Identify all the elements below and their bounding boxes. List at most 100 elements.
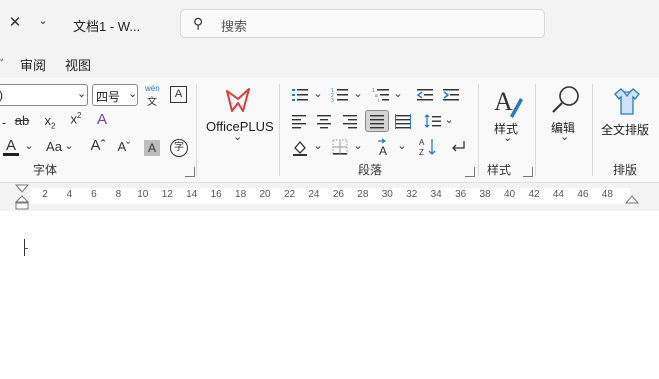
subscript-icon[interactable]: x2 bbox=[42, 114, 58, 131]
grow-font-icon[interactable]: Aˆ bbox=[90, 138, 106, 153]
ruler-tick-label: 24 bbox=[308, 189, 320, 200]
shading-icon[interactable] bbox=[291, 139, 309, 157]
svg-text:3: 3 bbox=[331, 98, 334, 103]
ruler-tick-label: 20 bbox=[259, 189, 271, 200]
chevron-down-icon: ⌄ bbox=[233, 131, 243, 143]
chevron-down-icon: ⌄ bbox=[560, 131, 570, 143]
font-color-icon[interactable]: A bbox=[4, 138, 18, 153]
svg-text:A: A bbox=[379, 144, 387, 157]
text-direction-icon[interactable]: A bbox=[375, 137, 395, 157]
officeplus-button[interactable]: OfficePLUS ⌄ bbox=[200, 82, 274, 146]
ruler-tick-label: 6 bbox=[91, 189, 97, 200]
pinyin-bottom: 文 bbox=[147, 97, 157, 108]
align-left-icon[interactable] bbox=[291, 113, 307, 129]
styles-icon: A bbox=[494, 87, 523, 118]
chevron-down-icon[interactable]: ⌄ bbox=[353, 89, 363, 100]
document-page[interactable] bbox=[0, 212, 659, 379]
chevron-down-icon[interactable]: ⌄ bbox=[353, 141, 363, 152]
sort-icon[interactable]: A Z bbox=[418, 137, 438, 157]
chevron-down-icon[interactable]: ⌄ bbox=[313, 89, 323, 100]
ruler-tick-label: 38 bbox=[479, 189, 491, 200]
full-text-layout-label: 全文排版 bbox=[601, 123, 650, 137]
tab-view[interactable]: 视图 bbox=[65, 55, 91, 74]
group-divider bbox=[535, 84, 536, 176]
chevron-down-icon: ⌄ bbox=[77, 88, 87, 100]
tab-review[interactable]: 审阅 bbox=[20, 55, 46, 74]
font-size-combo[interactable]: 四号 ⌄ bbox=[92, 84, 138, 106]
chevron-down-icon[interactable]: ⌄ bbox=[24, 141, 34, 152]
show-paragraph-marks-icon[interactable] bbox=[449, 139, 467, 155]
document-title: 文档1 - W... bbox=[73, 19, 141, 34]
shrink-font-icon[interactable]: Aˇ bbox=[116, 140, 132, 153]
styles-button[interactable]: A 样式 ⌄ bbox=[484, 84, 532, 150]
ruler-tick-label: 32 bbox=[406, 189, 418, 200]
distributed-align-icon[interactable] bbox=[395, 113, 411, 129]
chevron-down-icon[interactable]: ⌄ bbox=[393, 89, 403, 100]
ruler-tick-label: 14 bbox=[186, 189, 198, 200]
chevron-down-icon[interactable]: ⌄ bbox=[444, 115, 454, 126]
line-spacing-icon[interactable] bbox=[424, 113, 442, 129]
change-case-icon[interactable]: Aa bbox=[44, 140, 64, 153]
chevron-down-icon[interactable]: ⌄ bbox=[64, 141, 74, 152]
ruler-tick-label: 22 bbox=[283, 189, 296, 200]
underline-partial-icon[interactable]: - bbox=[0, 116, 8, 129]
ruler-tick-label: 44 bbox=[552, 189, 564, 200]
styles-group-label: 样式 bbox=[487, 163, 512, 177]
phonetic-guide-button[interactable]: wén 文 bbox=[144, 84, 162, 108]
font-color-bar bbox=[3, 153, 19, 156]
group-divider bbox=[592, 84, 593, 176]
pinyin-top: wén bbox=[145, 84, 160, 93]
justify-icon bbox=[370, 115, 384, 129]
quick-access-dropdown-icon[interactable]: ⌄ bbox=[36, 16, 50, 27]
decrease-indent-icon[interactable] bbox=[416, 87, 434, 103]
menu-partial-indicator: ﾞ bbox=[0, 58, 7, 73]
group-divider bbox=[196, 84, 197, 176]
right-indent-marker-icon[interactable] bbox=[624, 195, 640, 205]
chevron-down-icon[interactable]: ⌄ bbox=[313, 141, 323, 152]
font-name-combo[interactable]: ) ⌄ bbox=[0, 84, 88, 106]
paragraph-group-label: 段落 bbox=[358, 163, 383, 177]
ruler-tick-label: 10 bbox=[137, 189, 149, 200]
bullets-icon[interactable] bbox=[291, 87, 309, 103]
shirt-icon bbox=[614, 88, 640, 115]
ruler-tick-label: 30 bbox=[381, 189, 393, 200]
close-icon[interactable]: ✕ bbox=[8, 15, 22, 30]
clear-formatting-icon[interactable]: A bbox=[94, 112, 110, 127]
search-box[interactable]: ⚲ 搜索 bbox=[180, 9, 545, 38]
character-shading-icon[interactable]: A bbox=[144, 140, 160, 156]
ruler-tick-label: 8 bbox=[115, 189, 122, 200]
officeplus-logo-icon bbox=[226, 88, 250, 112]
superscript-icon[interactable]: x2 bbox=[68, 112, 84, 126]
enclose-characters-icon[interactable]: 字 bbox=[170, 139, 188, 157]
chevron-down-icon: ⌄ bbox=[128, 88, 138, 100]
align-center-icon[interactable] bbox=[316, 113, 332, 129]
font-dialog-launcher-icon[interactable] bbox=[185, 167, 195, 177]
character-border-icon[interactable]: A bbox=[170, 86, 187, 103]
paragraph-dialog-launcher-icon[interactable] bbox=[465, 167, 475, 177]
search-icon: ⚲ bbox=[193, 15, 204, 31]
full-text-layout-button[interactable]: 全文排版 bbox=[598, 84, 656, 144]
increase-indent-icon[interactable] bbox=[442, 87, 460, 103]
chevron-down-icon: ⌄ bbox=[503, 132, 513, 144]
ruler-tick-label: 46 bbox=[577, 189, 589, 200]
ruler-tick-label: 26 bbox=[332, 189, 344, 200]
justify-button-selected[interactable] bbox=[365, 110, 389, 132]
group-divider bbox=[279, 84, 280, 176]
numbering-icon[interactable]: 1 2 3 bbox=[331, 87, 349, 103]
ruler-tick-label: 16 bbox=[210, 189, 222, 200]
multilevel-list-icon[interactable]: 1 a i bbox=[372, 87, 390, 103]
editing-button[interactable]: 编辑 ⌄ bbox=[542, 84, 588, 150]
borders-icon[interactable] bbox=[332, 139, 348, 155]
group-divider bbox=[478, 84, 479, 176]
paragraph-mark bbox=[25, 248, 28, 249]
ruler-tick-label: 36 bbox=[455, 189, 467, 200]
hanging-indent-marker-icon[interactable] bbox=[14, 195, 30, 211]
svg-text:Z: Z bbox=[419, 148, 424, 157]
align-right-icon[interactable] bbox=[342, 113, 358, 129]
font-size-value: 四号 bbox=[96, 90, 121, 104]
svg-text:i: i bbox=[378, 98, 379, 103]
ruler-tick-label: 48 bbox=[601, 189, 613, 200]
chevron-down-icon[interactable]: ⌄ bbox=[397, 141, 407, 152]
strikethrough-icon[interactable]: ab bbox=[12, 114, 32, 127]
styles-dialog-launcher-icon[interactable] bbox=[523, 167, 533, 177]
